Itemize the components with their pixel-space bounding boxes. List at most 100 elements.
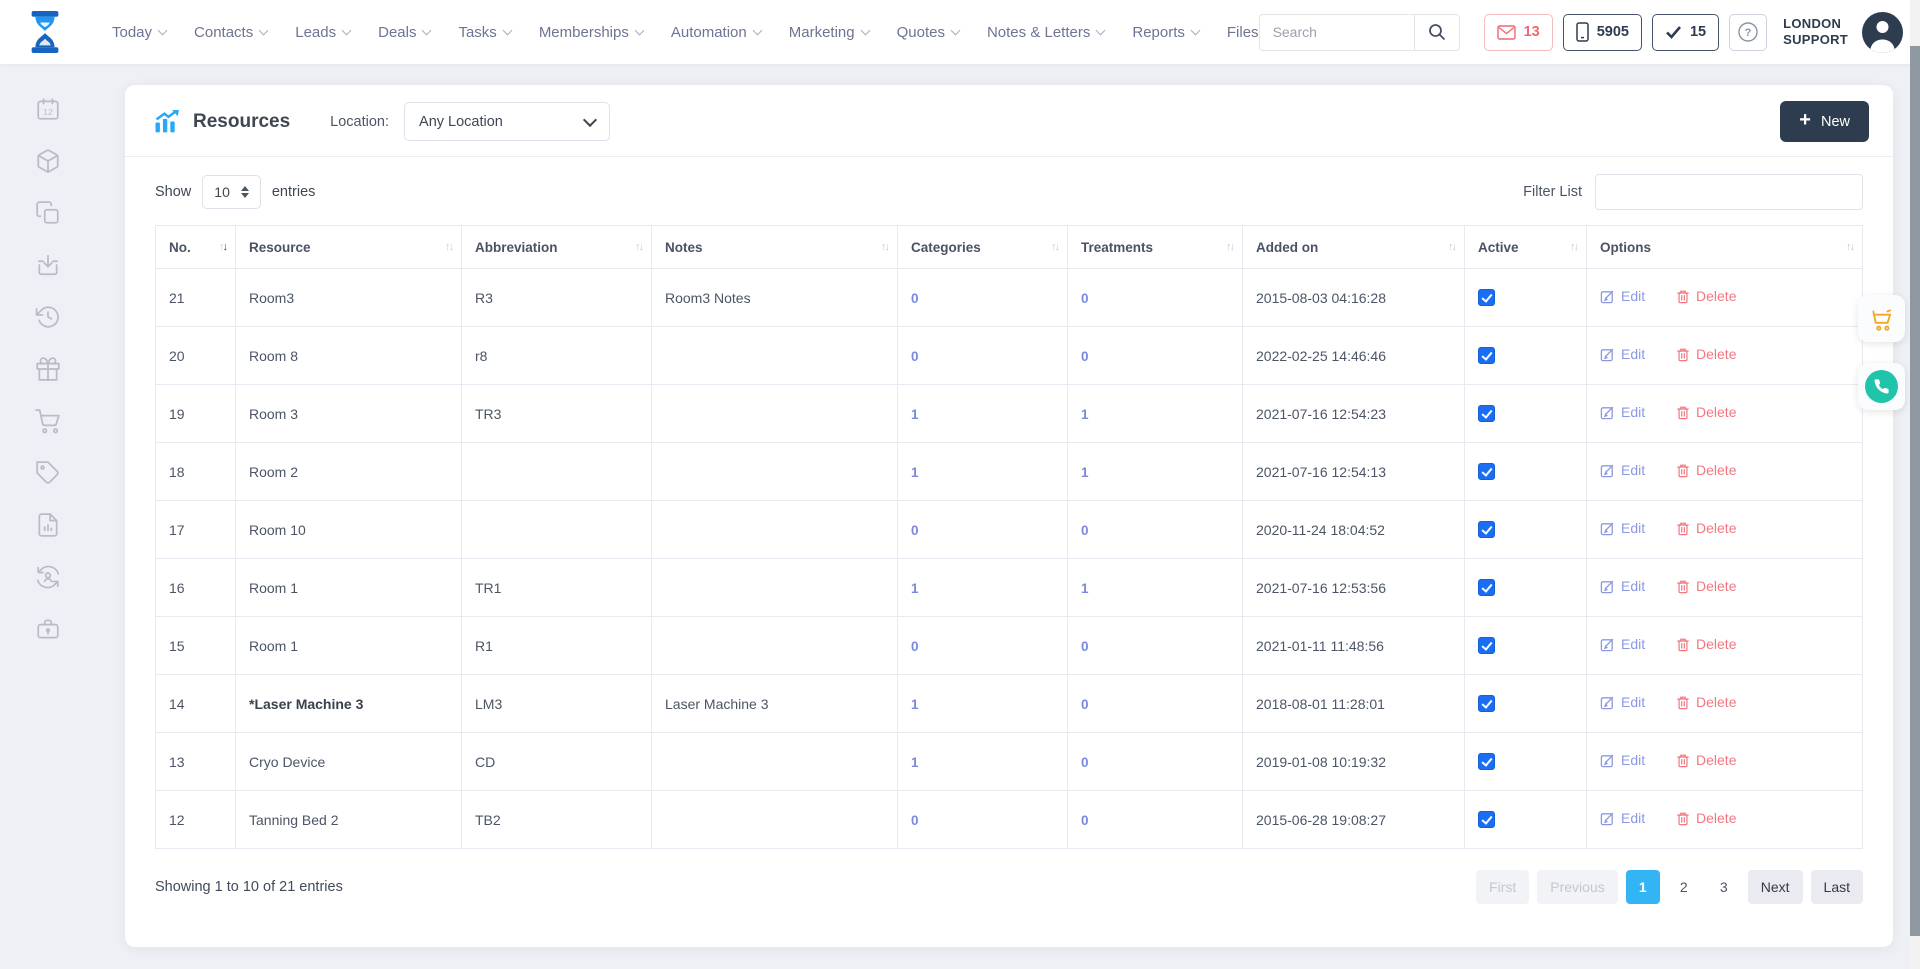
active-checkbox[interactable] [1478, 347, 1495, 364]
user-sync-icon[interactable] [35, 564, 61, 590]
edit-button[interactable]: Edit [1600, 346, 1645, 362]
active-checkbox[interactable] [1478, 521, 1495, 538]
delete-button[interactable]: Delete [1676, 578, 1736, 594]
delete-button[interactable]: Delete [1676, 752, 1736, 768]
active-checkbox[interactable] [1478, 753, 1495, 770]
page-size-select[interactable]: 10 [202, 175, 261, 209]
active-checkbox[interactable] [1478, 289, 1495, 306]
treatments-count-link[interactable]: 0 [1081, 697, 1089, 712]
treatments-count-link[interactable]: 1 [1081, 581, 1089, 596]
treatments-count-link[interactable]: 0 [1081, 639, 1089, 654]
column-header-categories[interactable]: Categories ↑↓ [898, 226, 1068, 269]
copy-icon[interactable] [35, 200, 61, 226]
delete-button[interactable]: Delete [1676, 462, 1736, 478]
package-icon[interactable] [35, 148, 61, 174]
pagination-previous[interactable]: Previous [1537, 870, 1617, 904]
column-header-no-[interactable]: No. ↑↓ [156, 226, 236, 269]
scrollbar-thumb[interactable] [1910, 46, 1920, 936]
edit-button[interactable]: Edit [1600, 752, 1645, 768]
edit-button[interactable]: Edit [1600, 810, 1645, 826]
column-header-options[interactable]: Options ↑↓ [1587, 226, 1863, 269]
report-icon[interactable] [35, 512, 61, 538]
treatments-count-link[interactable]: 0 [1081, 291, 1089, 306]
column-header-active[interactable]: Active ↑↓ [1465, 226, 1587, 269]
filter-list-input[interactable] [1595, 174, 1863, 210]
floating-phone-button[interactable] [1858, 363, 1905, 410]
categories-count-link[interactable]: 1 [911, 755, 919, 770]
phone-badge[interactable]: 5905 [1563, 14, 1642, 51]
active-checkbox[interactable] [1478, 579, 1495, 596]
treatments-count-link[interactable]: 1 [1081, 407, 1089, 422]
treatments-count-link[interactable]: 0 [1081, 349, 1089, 364]
floating-cart-button[interactable] [1858, 295, 1905, 342]
app-logo[interactable] [24, 9, 66, 55]
tag-icon[interactable] [35, 460, 61, 486]
categories-count-link[interactable]: 1 [911, 697, 919, 712]
edit-button[interactable]: Edit [1600, 404, 1645, 420]
scrollbar[interactable] [1910, 0, 1920, 969]
pagination-2[interactable]: 2 [1668, 870, 1700, 904]
categories-count-link[interactable]: 1 [911, 465, 919, 480]
categories-count-link[interactable]: 0 [911, 813, 919, 828]
categories-count-link[interactable]: 0 [911, 523, 919, 538]
nav-item-contacts[interactable]: Contacts [194, 24, 267, 41]
treatments-count-link[interactable]: 1 [1081, 465, 1089, 480]
active-checkbox[interactable] [1478, 811, 1495, 828]
categories-count-link[interactable]: 1 [911, 581, 919, 596]
new-button[interactable]: + New [1780, 101, 1869, 142]
delete-button[interactable]: Delete [1676, 694, 1736, 710]
column-header-notes[interactable]: Notes ↑↓ [652, 226, 898, 269]
treatments-count-link[interactable]: 0 [1081, 755, 1089, 770]
edit-button[interactable]: Edit [1600, 288, 1645, 304]
edit-button[interactable]: Edit [1600, 520, 1645, 536]
column-header-added-on[interactable]: Added on ↑↓ [1243, 226, 1465, 269]
edit-button[interactable]: Edit [1600, 694, 1645, 710]
check-in-icon[interactable] [35, 252, 61, 278]
edit-button[interactable]: Edit [1600, 462, 1645, 478]
delete-button[interactable]: Delete [1676, 288, 1736, 304]
delete-button[interactable]: Delete [1676, 636, 1736, 652]
delete-button[interactable]: Delete [1676, 346, 1736, 362]
mail-badge[interactable]: 13 [1484, 14, 1553, 51]
shopping-cart-icon[interactable] [35, 408, 61, 434]
avatar[interactable] [1862, 12, 1903, 53]
location-select[interactable]: Any Location [404, 102, 610, 141]
delete-button[interactable]: Delete [1676, 520, 1736, 536]
briefcase-lock-icon[interactable] [35, 616, 61, 642]
nav-item-marketing[interactable]: Marketing [789, 24, 869, 41]
gift-icon[interactable] [35, 356, 61, 382]
nav-item-tasks[interactable]: Tasks [458, 24, 510, 41]
search-button[interactable] [1414, 14, 1460, 51]
column-header-treatments[interactable]: Treatments ↑↓ [1068, 226, 1243, 269]
pagination-next[interactable]: Next [1748, 870, 1803, 904]
categories-count-link[interactable]: 0 [911, 639, 919, 654]
edit-button[interactable]: Edit [1600, 578, 1645, 594]
nav-item-files[interactable]: Files [1227, 24, 1259, 41]
edit-button[interactable]: Edit [1600, 636, 1645, 652]
search-input[interactable] [1259, 14, 1414, 51]
calendar-icon[interactable]: 12 [35, 96, 61, 122]
active-checkbox[interactable] [1478, 405, 1495, 422]
column-header-abbreviation[interactable]: Abbreviation ↑↓ [462, 226, 652, 269]
history-icon[interactable] [35, 304, 61, 330]
active-checkbox[interactable] [1478, 695, 1495, 712]
pagination-3[interactable]: 3 [1708, 870, 1740, 904]
pagination-1[interactable]: 1 [1626, 870, 1660, 904]
categories-count-link[interactable]: 0 [911, 349, 919, 364]
delete-button[interactable]: Delete [1676, 810, 1736, 826]
help-button[interactable]: ? [1729, 14, 1767, 51]
nav-item-notes-letters[interactable]: Notes & Letters [987, 24, 1104, 41]
nav-item-automation[interactable]: Automation [671, 24, 761, 41]
pagination-first[interactable]: First [1476, 870, 1529, 904]
pagination-last[interactable]: Last [1811, 870, 1863, 904]
nav-item-reports[interactable]: Reports [1132, 24, 1199, 41]
column-header-resource[interactable]: Resource ↑↓ [236, 226, 462, 269]
active-checkbox[interactable] [1478, 637, 1495, 654]
nav-item-today[interactable]: Today [112, 24, 166, 41]
categories-count-link[interactable]: 0 [911, 291, 919, 306]
nav-item-quotes[interactable]: Quotes [897, 24, 959, 41]
nav-item-deals[interactable]: Deals [378, 24, 430, 41]
treatments-count-link[interactable]: 0 [1081, 523, 1089, 538]
treatments-count-link[interactable]: 0 [1081, 813, 1089, 828]
nav-item-leads[interactable]: Leads [295, 24, 350, 41]
